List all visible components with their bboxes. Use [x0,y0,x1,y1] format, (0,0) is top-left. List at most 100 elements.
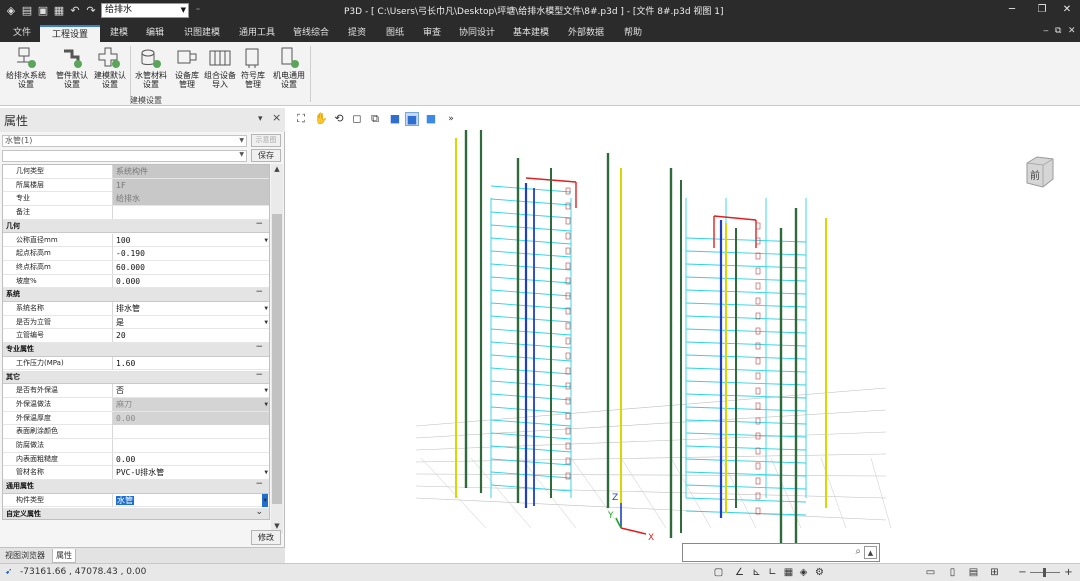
modeling-default-settings-button[interactable]: 建模默认 设置 [91,45,129,95]
tab-basic-modeling[interactable]: 基本建模 [508,25,554,42]
doc-minimize-icon[interactable]: ‒ [1043,26,1049,36]
property-section[interactable]: 几何 − [3,219,269,234]
tab-collaboration[interactable]: 协同设计 [454,25,500,42]
property-value[interactable]: 0.00 [112,411,269,425]
sheet-icon[interactable]: ▤ [967,566,980,579]
tab-modeling[interactable]: 建模 [104,25,134,42]
property-value[interactable]: 否 ▼ [112,384,269,398]
chevron-down-icon[interactable]: ▼ [264,398,268,411]
minimize-icon[interactable]: ─ [1003,2,1021,18]
collapse-icon[interactable]: − [255,219,263,229]
modify-button[interactable]: 修改 [251,530,281,545]
save-icon[interactable]: ▣ [36,4,50,18]
property-value[interactable]: 60.000 [112,260,269,274]
eye-icon[interactable]: ◈ [797,566,810,579]
property-value[interactable]: 水管 ▼ [112,493,269,507]
snap-line-icon[interactable]: ⊾ [750,566,763,579]
property-value[interactable]: 麻刀 ▼ [112,397,269,411]
drainage-system-settings-button[interactable]: 给排水系统 设置 [4,45,48,95]
tab-properties[interactable]: 属性 [52,549,76,563]
property-value[interactable]: 排水管 ▼ [112,302,269,315]
show-diagram-button[interactable]: 示意图 [251,134,281,147]
fitting-default-settings-button[interactable]: 管件默认 设置 [53,45,91,95]
settings-gear-icon[interactable]: ⚙ [813,566,826,579]
zoom-in-icon[interactable]: + [1062,566,1075,579]
collapse-icon[interactable]: − [255,370,263,380]
hidden-line-icon[interactable]: ⧉ [368,112,382,126]
chevron-down-icon[interactable]: ▼ [264,316,268,329]
tab-drawing-recognition[interactable]: 识图建模 [178,25,226,42]
save-as-icon[interactable]: ▦ [52,4,66,18]
more-chevron-icon[interactable]: » [444,112,458,126]
layout-grid-icon[interactable]: ⊞ [988,566,1001,579]
property-value[interactable] [112,425,269,439]
equipment-library-button[interactable]: 设备库 管理 [172,45,202,95]
snap-angle-icon[interactable]: ∠ [733,566,746,579]
chevron-down-icon[interactable]: ▼ [264,302,268,315]
property-value[interactable]: PVC-U排水管 ▼ [112,466,269,480]
tab-project-settings[interactable]: 工程设置 [40,25,100,42]
tab-external-data[interactable]: 外部数据 [563,25,609,42]
undo-icon[interactable]: ↶ [68,4,82,18]
property-value[interactable] [112,206,269,220]
tab-review[interactable]: 审查 [417,25,447,42]
element-type-select[interactable]: 水管(1) ▼ [2,135,247,147]
zoom-extents-icon[interactable]: ⛶ [294,112,308,126]
property-section[interactable]: 其它 − [3,370,269,385]
property-value[interactable]: 100 ▼ [112,233,269,247]
template-select[interactable]: ▼ [2,150,247,162]
page-layout-icon[interactable]: ▭ [924,566,937,579]
tab-data-delivery[interactable]: 提资 [342,25,372,42]
save-button[interactable]: 保存 [251,149,281,162]
property-value[interactable]: 0.000 [112,274,269,288]
chevron-down-icon[interactable]: ▼ [262,493,268,507]
select-mode-icon[interactable]: ▢ [712,566,725,579]
property-section[interactable]: 系统 − [3,287,269,302]
tab-file[interactable]: 文件 [6,25,38,42]
3d-viewport[interactable]: Z X Y ⛶ ✋ ⟲ ◻ ⧉ ■ ■ ■ » 前 ⌕ ▲ [286,108,1080,563]
ortho-icon[interactable]: ∟ [766,566,779,579]
open-file-icon[interactable]: ▤ [20,4,34,18]
redo-icon[interactable]: ↷ [84,4,98,18]
pipe-model-drawing[interactable]: Z X Y [286,108,1080,563]
chevron-down-icon[interactable]: ▼ [264,466,268,479]
scroll-up-icon[interactable]: ▲ [272,165,282,175]
property-value[interactable]: 0.00 [112,452,269,466]
combo-equipment-import-button[interactable]: 组合设备 导入 [202,45,238,95]
property-scrollbar[interactable]: ▲ ▼ [271,164,283,534]
pin-icon[interactable]: ▾ [258,114,263,124]
search-icon[interactable]: ⌕ [855,546,861,557]
wireframe-cube-icon[interactable]: ◻ [350,112,364,126]
pan-hand-icon[interactable]: ✋ [314,112,328,126]
doc-close-icon[interactable]: ✕ [1068,26,1076,36]
tab-general-tools[interactable]: 通用工具 [234,25,280,42]
mep-general-settings-button[interactable]: 机电通用 设置 [270,45,308,95]
property-value[interactable]: 1.60 [112,356,269,370]
shaded-cube-icon[interactable]: ■ [388,112,402,126]
scroll-thumb[interactable] [272,214,282,504]
expand-icon[interactable]: ⌄ [255,507,263,517]
pipe-material-settings-button[interactable]: 水管材料 设置 [132,45,170,95]
zoom-out-icon[interactable]: − [1016,566,1029,579]
tab-view-browser[interactable]: 视图浏览器 [2,549,48,563]
viewport-search[interactable]: ⌕ ▲ [682,543,880,562]
discipline-select[interactable]: 给排水 ▼ [101,3,189,18]
property-section[interactable]: 通用属性 − [3,479,269,494]
property-section[interactable]: 专业属性 − [3,342,269,357]
chevron-down-icon[interactable]: ▼ [264,384,268,397]
orbit-icon[interactable]: ⟲ [332,112,346,126]
view-cube[interactable]: 前 [1023,155,1057,189]
realistic-cube-icon[interactable]: ■ [424,112,438,126]
tab-edit[interactable]: 编辑 [140,25,170,42]
tab-pipeline-integration[interactable]: 管线综合 [288,25,334,42]
collapse-icon[interactable]: − [255,479,263,489]
collapse-icon[interactable]: − [255,342,263,352]
symbol-library-button[interactable]: 符号库 管理 [238,45,268,95]
doc-restore-icon[interactable]: ⧉ [1055,26,1061,36]
zoom-slider-thumb[interactable] [1043,568,1046,577]
property-section[interactable]: 自定义属性 ⌄ [3,507,269,519]
grid-icon[interactable]: ▦ [782,566,795,579]
collapse-icon[interactable]: − [255,287,263,297]
close-icon[interactable]: ✕ [1058,2,1076,18]
property-value[interactable]: 20 [112,329,269,343]
